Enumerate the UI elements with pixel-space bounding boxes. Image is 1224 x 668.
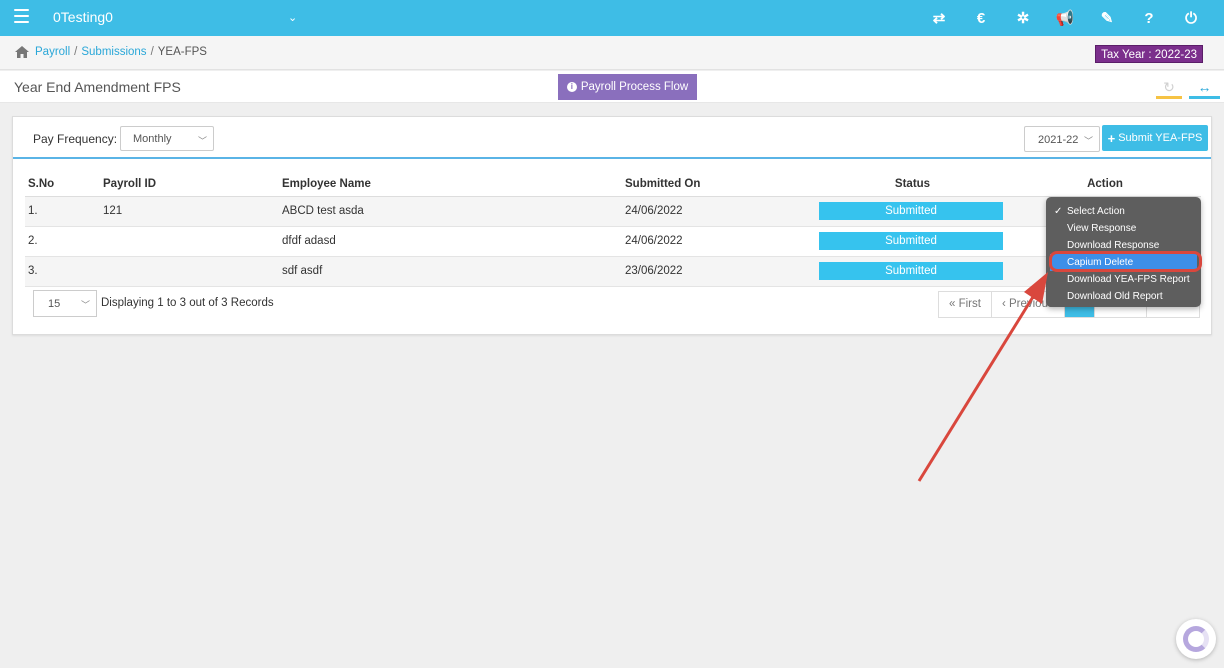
col-employee-name[interactable]: Employee Name <box>279 172 622 197</box>
cell-employee-name: sdf asdf <box>279 256 622 287</box>
submit-yea-fps-button[interactable]: + Submit YEA-FPS <box>1102 125 1208 151</box>
menu-icon[interactable] <box>14 9 29 23</box>
tax-year-badge[interactable]: Tax Year : 2022-23 <box>1095 45 1203 63</box>
first-page-button[interactable]: « First <box>939 292 992 317</box>
pay-frequency-value: Monthly <box>133 133 172 145</box>
help-icon[interactable]: ? <box>1128 10 1170 27</box>
cell-submitted-on: 24/06/2022 <box>622 226 816 257</box>
submit-yea-fps-label: Submit YEA-FPS <box>1118 132 1203 144</box>
plus-icon: + <box>1107 130 1116 146</box>
col-action: Action <box>1006 172 1201 197</box>
cell-payroll-id: 121 <box>100 196 279 227</box>
megaphone-icon[interactable]: 📢 <box>1044 9 1086 27</box>
cell-payroll-id <box>100 226 279 257</box>
menu-item-download-old-report[interactable]: Download Old Report <box>1046 288 1201 305</box>
chat-widget-icon[interactable] <box>1176 619 1216 659</box>
cell-sno: 3. <box>25 256 100 287</box>
chevron-down-icon: ﹀ <box>197 136 207 146</box>
chat-logo-icon <box>1183 626 1209 652</box>
status-badge: Submitted <box>819 262 1003 280</box>
cogs-icon[interactable]: ✲ <box>1002 9 1044 27</box>
transfer-icon[interactable]: ⇄ <box>918 9 960 27</box>
menu-item-view-response[interactable]: View Response <box>1046 220 1201 237</box>
chevron-down-icon: ﹀ <box>1083 136 1093 146</box>
status-badge: Submitted <box>819 232 1003 250</box>
breadcrumb-payroll[interactable]: Payroll <box>35 46 70 58</box>
refresh-icon[interactable]: ↻ <box>1156 79 1182 99</box>
power-icon[interactable]: ⏻ <box>1170 10 1212 27</box>
breadcrumb-separator: / <box>74 46 78 58</box>
cell-payroll-id <box>100 256 279 287</box>
pay-frequency-select[interactable]: Monthly ﹀ <box>120 126 214 151</box>
cell-status: Submitted <box>816 256 1006 287</box>
col-status[interactable]: Status <box>816 172 1006 197</box>
submissions-table: S.No Payroll ID Employee Name Submitted … <box>25 172 1201 287</box>
table-row: 3. sdf asdf 23/06/2022 Submitted <box>25 256 1201 287</box>
tax-year-value: 2021-22 <box>1038 134 1079 146</box>
table-header-row: S.No Payroll ID Employee Name Submitted … <box>25 172 1201 197</box>
top-icon-group: ⇄ € ✲ 📢 ✎ ? ⏻ <box>918 0 1212 36</box>
menu-item-download-yea-fps-report[interactable]: Download YEA-FPS Report <box>1046 271 1201 288</box>
payroll-process-flow-label: Payroll Process Flow <box>580 81 689 93</box>
menu-item-select-action[interactable]: Select Action <box>1046 203 1201 220</box>
cell-sno: 2. <box>25 226 100 257</box>
breadcrumb-submissions[interactable]: Submissions <box>81 46 146 58</box>
col-submitted-on[interactable]: Submitted On <box>622 172 816 197</box>
status-badge: Submitted <box>819 202 1003 220</box>
chevron-down-icon: ﹀ <box>80 300 90 310</box>
expand-icon[interactable]: ↔ <box>1189 79 1220 99</box>
cell-status: Submitted <box>816 196 1006 227</box>
page-size-select[interactable]: 15 ﹀ <box>33 290 97 317</box>
payroll-process-flow-button[interactable]: i Payroll Process Flow <box>558 74 697 100</box>
filter-bar: Pay Frequency: Monthly ﹀ 2021-22 ﹀ + Sub… <box>13 117 1211 159</box>
top-navbar: 0Testing0 ⌄ ⇄ € ✲ 📢 ✎ ? ⏻ <box>0 0 1224 36</box>
table-row: 2. dfdf adasd 24/06/2022 Submitted <box>25 226 1201 257</box>
tax-year-select[interactable]: 2021-22 ﹀ <box>1024 126 1100 152</box>
cell-status: Submitted <box>816 226 1006 257</box>
breadcrumb: Payroll / Submissions / YEA-FPS <box>35 46 207 58</box>
cell-submitted-on: 23/06/2022 <box>622 256 816 287</box>
cell-employee-name: ABCD test asda <box>279 196 622 227</box>
pay-frequency-label: Pay Frequency: <box>33 132 118 146</box>
breadcrumb-current: YEA-FPS <box>157 46 207 58</box>
app-name[interactable]: 0Testing0 <box>53 9 113 25</box>
annotation-highlight-ring <box>1049 251 1202 272</box>
cell-submitted-on: 24/06/2022 <box>622 196 816 227</box>
home-icon[interactable] <box>14 45 30 59</box>
cell-sno: 1. <box>25 196 100 227</box>
tag-icon[interactable]: ✎ <box>1086 9 1128 27</box>
breadcrumb-bar: Payroll / Submissions / YEA-FPS Tax Year : 2… <box>0 36 1224 70</box>
title-bar: Year End Amendment FPS i Payroll Process… <box>0 71 1224 103</box>
currency-icon[interactable]: € <box>960 10 1002 27</box>
col-payroll-id[interactable]: Payroll ID <box>100 172 279 197</box>
submissions-panel: Pay Frequency: Monthly ﹀ 2021-22 ﹀ + Sub… <box>12 116 1212 335</box>
info-icon: i <box>566 82 577 92</box>
record-count: Displaying 1 to 3 out of 3 Records <box>101 297 274 309</box>
table-row: 1. 121 ABCD test asda 24/06/2022 Submitt… <box>25 196 1201 227</box>
col-sno[interactable]: S.No <box>25 172 100 197</box>
cell-employee-name: dfdf adasd <box>279 226 622 257</box>
breadcrumb-separator: / <box>150 46 154 58</box>
page-size-value: 15 <box>48 298 61 310</box>
chevron-down-icon[interactable]: ⌄ <box>288 11 297 24</box>
page-title: Year End Amendment FPS <box>14 79 181 95</box>
